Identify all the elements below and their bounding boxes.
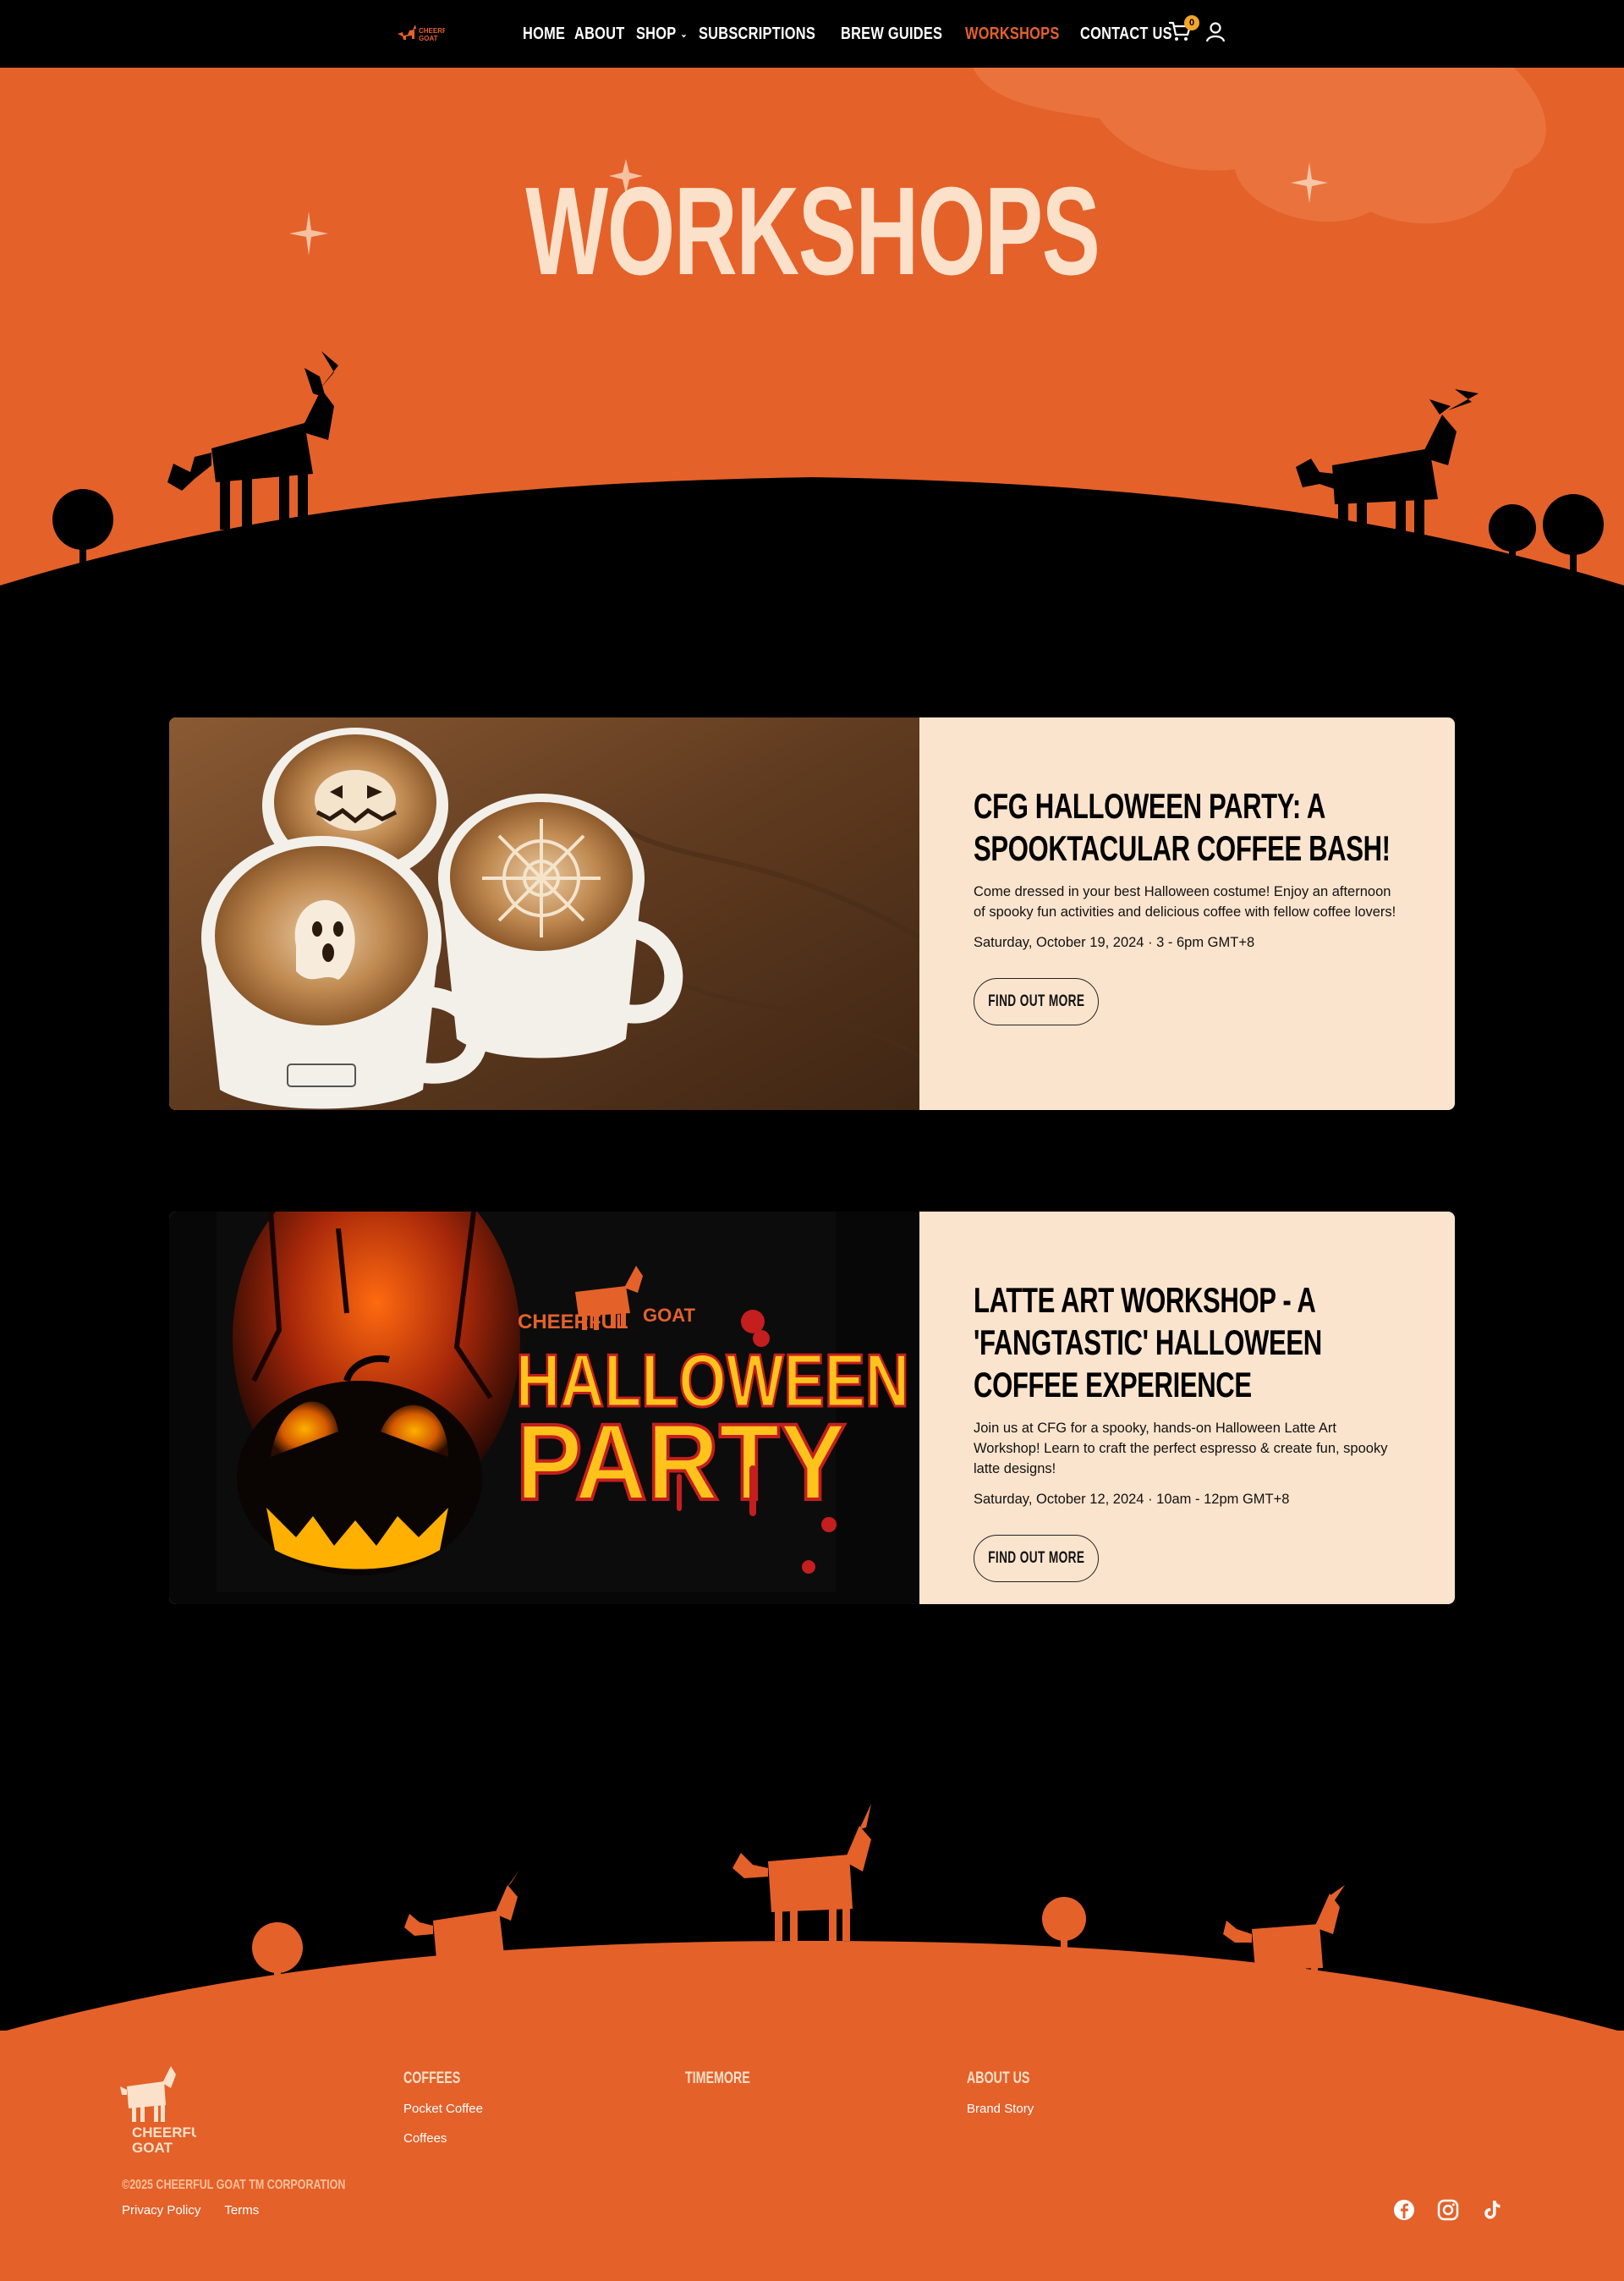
workshop-card: CHEERFUL GOAT HALLOWEEN PARTY Latte Art …	[169, 1212, 1455, 1604]
footer-illustration	[0, 1804, 1624, 2039]
workshop-card: CFG Halloween Party: A Spooktacular Coff…	[169, 717, 1455, 1110]
workshop-image-halloween-party[interactable]: CHEERFUL GOAT HALLOWEEN PARTY	[169, 1212, 919, 1604]
copyright-text: ©2025 CHEERFUL GOAT TM CORPORATION	[122, 2178, 346, 2192]
footer-column-title: COFFEES	[403, 2069, 461, 2087]
workshop-date: Saturday, October 19, 2024 · 3 - 6pm GMT…	[974, 935, 1255, 950]
footer-link-brand-story[interactable]: Brand Story	[967, 2102, 1051, 2116]
footer-link-pocket-coffee[interactable]: Pocket Coffee	[403, 2102, 483, 2116]
chevron-down-icon: ⌄	[680, 28, 688, 40]
instagram-icon[interactable]	[1436, 2198, 1460, 2222]
cheerful-goat-logo[interactable]: CHEERFUL GOAT	[396, 22, 445, 46]
svg-text:CHEERFUL: CHEERFUL	[419, 27, 445, 35]
svg-text:CHEERFUL: CHEERFUL	[132, 2124, 196, 2141]
find-out-more-button[interactable]: FIND OUT MORE	[974, 1535, 1099, 1582]
left-goat-icon	[167, 351, 338, 530]
hero-banner: WORKSHOPS	[0, 68, 1624, 609]
account-icon[interactable]	[1204, 20, 1226, 44]
nav-about[interactable]: ABOUT	[574, 25, 625, 44]
social-links	[1392, 2198, 1504, 2222]
workshop-details: Latte Art Workshop - A 'Fangtastic' Hall…	[919, 1212, 1455, 1604]
workshop-title: CFG Halloween Party: A Spooktacular Coff…	[974, 786, 1391, 868]
footer-link-coffees[interactable]: Coffees	[403, 2131, 483, 2146]
workshop-description: Come dressed in your best Halloween cost…	[974, 884, 1396, 920]
nav-workshops[interactable]: WORKSHOPS	[965, 25, 1060, 44]
top-nav: CHEERFUL GOAT HOME ABOUT SHOP⌄ SUBSCRIPT…	[0, 0, 1624, 68]
svg-text:CHEERFUL: CHEERFUL	[518, 1311, 628, 1333]
legal-links: Privacy Policy Terms	[122, 2203, 259, 2218]
site-footer: CHEERFUL GOAT COFFEES Pocket Coffee Coff…	[0, 2031, 1624, 2281]
nav-subscriptions[interactable]: SUBSCRIPTIONS	[699, 25, 815, 44]
cart-count-badge: 0	[1184, 15, 1199, 30]
privacy-policy-link[interactable]: Privacy Policy	[122, 2203, 200, 2218]
workshop-description: Join us at CFG for a spooky, hands-on Ha…	[974, 1421, 1388, 1476]
cart-button[interactable]: 0	[1167, 15, 1199, 47]
cheerful-goat-logo[interactable]: CHEERFUL GOAT	[120, 2061, 196, 2154]
svg-text:GOAT: GOAT	[643, 1305, 695, 1326]
workshop-image-halloween-lattes[interactable]	[169, 717, 919, 1110]
terms-link[interactable]: Terms	[224, 2203, 259, 2218]
nav-contact-us[interactable]: CONTACT US	[1080, 25, 1172, 44]
facebook-icon[interactable]	[1392, 2198, 1416, 2222]
tiktok-icon[interactable]	[1480, 2198, 1504, 2222]
footer-column-title[interactable]: TIMEMORE	[685, 2069, 750, 2088]
workshop-date: Saturday, October 12, 2024 · 10am - 12pm…	[974, 1492, 1290, 1507]
hero-illustration	[0, 68, 1624, 609]
nav-brew-guides[interactable]: BREW GUIDES	[841, 25, 942, 44]
footer-column-about-us: ABOUT US Brand Story	[967, 2069, 1051, 2116]
nav-shop[interactable]: SHOP ⌄	[636, 25, 688, 44]
footer-column-title: ABOUT US	[967, 2069, 1030, 2087]
nav-home[interactable]: HOME	[523, 25, 565, 44]
workshop-details: CFG Halloween Party: A Spooktacular Coff…	[919, 717, 1455, 1110]
svg-text:GOAT: GOAT	[419, 35, 438, 42]
page-title: WORKSHOPS	[524, 162, 1100, 301]
footer-column-timemore: TIMEMORE	[685, 2069, 771, 2088]
workshop-title: Latte Art Workshop - A 'Fangtastic' Hall…	[974, 1280, 1322, 1404]
footer-column-coffees: COFFEES Pocket Coffee Coffees	[403, 2069, 483, 2146]
footer-goat-icon	[732, 1804, 871, 1941]
find-out-more-button[interactable]: FIND OUT MORE	[974, 978, 1099, 1025]
svg-text:GOAT: GOAT	[132, 2140, 173, 2154]
